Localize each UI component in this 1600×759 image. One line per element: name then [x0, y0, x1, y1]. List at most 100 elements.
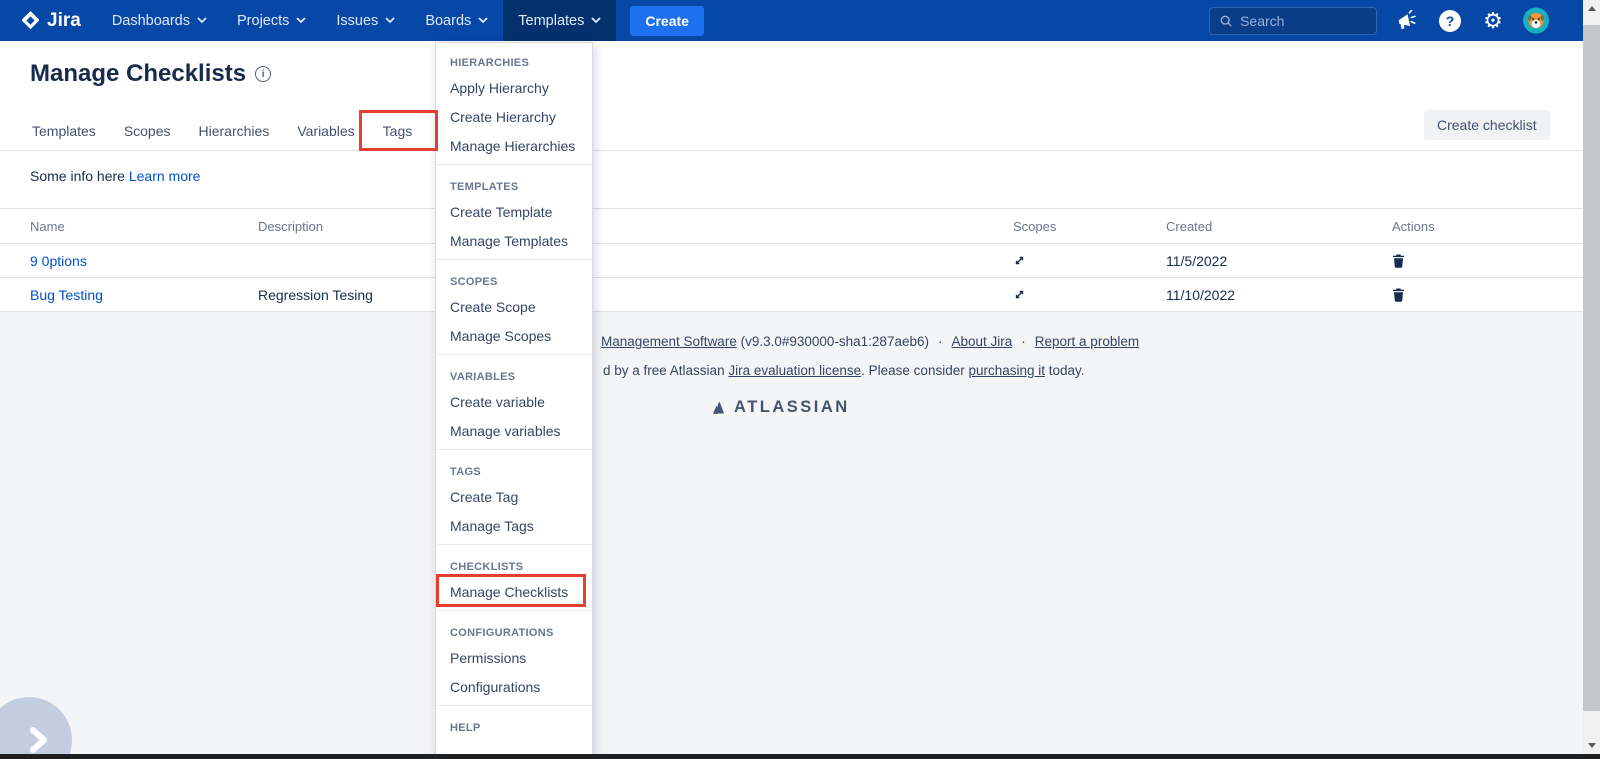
- nav-item-boards[interactable]: Boards: [410, 0, 503, 41]
- nav-item-label: Projects: [237, 13, 289, 29]
- create-button[interactable]: Create: [630, 6, 704, 36]
- nav-item-label: Issues: [336, 13, 378, 29]
- info-text: Some info here: [30, 168, 129, 184]
- search-icon: [1220, 14, 1232, 28]
- info-line: Some info here Learn more: [30, 168, 200, 184]
- nav-item-templates[interactable]: Templates: [503, 0, 616, 41]
- footer-software-link[interactable]: Management Software: [601, 334, 737, 349]
- checklist-name-link[interactable]: 9 0ptions: [30, 253, 258, 269]
- menu-separator: [436, 449, 592, 450]
- nav-item-issues[interactable]: Issues: [321, 0, 410, 41]
- tab-templates[interactable]: Templates: [30, 116, 98, 150]
- footer-license-mid: . Please consider: [861, 363, 968, 378]
- menu-item-create-template[interactable]: Create Template: [436, 197, 592, 226]
- create-checklist-button[interactable]: Create checklist: [1424, 110, 1550, 140]
- column-header-scopes: Scopes: [1013, 219, 1166, 234]
- scrollbar-up-button[interactable]: [1583, 0, 1600, 17]
- chevron-down-icon: [385, 17, 395, 24]
- tab-scopes[interactable]: Scopes: [122, 116, 173, 150]
- menu-item-manage-variables[interactable]: Manage variables: [436, 416, 592, 445]
- menu-separator: [436, 259, 592, 260]
- footer-line1: Management Software (v9.3.0#930000-sha1:…: [601, 334, 1139, 349]
- report-problem-link[interactable]: Report a problem: [1035, 334, 1139, 349]
- menu-item-create-tag[interactable]: Create Tag: [436, 482, 592, 511]
- avatar-image: [1523, 7, 1549, 34]
- column-header-created: Created: [1166, 219, 1392, 234]
- nav-item-label: Boards: [425, 13, 471, 29]
- scrollbar-down-button[interactable]: [1583, 737, 1600, 754]
- menu-section-configurations: CONFIGURATIONS: [436, 615, 592, 643]
- search-input[interactable]: [1240, 13, 1366, 29]
- menu-item-permissions[interactable]: Permissions: [436, 643, 592, 672]
- menu-item-manage-templates[interactable]: Manage Templates: [436, 226, 592, 255]
- menu-item-manage-checklists[interactable]: Manage Checklists: [436, 577, 592, 606]
- footer-version: (v9.3.0#930000-sha1:287aeb6): [737, 334, 929, 349]
- checklist-description: Regression Tesing: [258, 287, 1013, 303]
- menu-item-create-variable[interactable]: Create variable: [436, 387, 592, 416]
- table-row: 9 0ptions 11/5/2022: [0, 244, 1583, 278]
- tab-tags[interactable]: Tags: [381, 116, 415, 150]
- megaphone-icon[interactable]: [1394, 8, 1420, 34]
- nav-item-label: Dashboards: [112, 13, 190, 29]
- table-row: Bug Testing Regression Tesing 11/10/2022: [0, 278, 1583, 312]
- chevron-down-icon: [296, 17, 306, 24]
- search-box[interactable]: [1209, 7, 1377, 35]
- nav-item-projects[interactable]: Projects: [222, 0, 321, 41]
- jira-logo[interactable]: Jira: [12, 10, 97, 32]
- tabs-divider: [0, 150, 1583, 151]
- footer-dot: ·: [1021, 334, 1026, 349]
- menu-item-configurations[interactable]: Configurations: [436, 672, 592, 701]
- checklist-name-link[interactable]: Bug Testing: [30, 287, 258, 303]
- about-jira-link[interactable]: About Jira: [951, 334, 1012, 349]
- footer-license-text: d by a free Atlassian: [603, 363, 728, 378]
- trash-icon[interactable]: [1392, 254, 1583, 268]
- menu-item-create-scope[interactable]: Create Scope: [436, 292, 592, 321]
- created-date: 11/10/2022: [1166, 287, 1392, 303]
- menu-section-checklists: CHECKLISTS: [436, 549, 592, 577]
- menu-item-apply-hierarchy[interactable]: Apply Hierarchy: [436, 73, 592, 102]
- app-window: Jira Dashboards Projects Issues Boards T…: [0, 0, 1600, 759]
- page-background: [0, 312, 1583, 759]
- scroll-up-icon: [1588, 6, 1596, 11]
- menu-section-help: HELP: [436, 710, 592, 738]
- menu-item-manage-scopes[interactable]: Manage Scopes: [436, 321, 592, 350]
- menu-separator: [436, 354, 592, 355]
- menu-section-tags: TAGS: [436, 454, 592, 482]
- column-header-actions: Actions: [1392, 219, 1583, 234]
- menu-section-templates: TEMPLATES: [436, 169, 592, 197]
- nav-item-dashboards[interactable]: Dashboards: [97, 0, 222, 41]
- expand-scopes-icon[interactable]: [1013, 254, 1166, 267]
- chevron-down-icon: [478, 17, 488, 24]
- checklists-table: Name Description Scopes Created Actions …: [0, 208, 1583, 312]
- scrollbar: [1583, 0, 1600, 759]
- jira-logo-icon: [20, 10, 41, 31]
- templates-dropdown-menu: HIERARCHIES Apply Hierarchy Create Hiera…: [435, 42, 593, 754]
- avatar[interactable]: [1523, 8, 1549, 34]
- tab-hierarchies[interactable]: Hierarchies: [197, 116, 272, 150]
- table-header-row: Name Description Scopes Created Actions: [0, 208, 1583, 244]
- page-title: Manage Checklists: [30, 60, 271, 88]
- chevron-down-icon: [591, 17, 601, 24]
- trash-icon[interactable]: [1392, 288, 1583, 302]
- menu-item-manage-tags[interactable]: Manage Tags: [436, 511, 592, 540]
- menu-section-scopes: SCOPES: [436, 264, 592, 292]
- menu-section-variables: VARIABLES: [436, 359, 592, 387]
- menu-separator: [436, 164, 592, 165]
- learn-more-link[interactable]: Learn more: [129, 168, 201, 184]
- purchasing-link[interactable]: purchasing it: [968, 363, 1045, 378]
- menu-item-manage-hierarchies[interactable]: Manage Hierarchies: [436, 131, 592, 160]
- evaluation-license-link[interactable]: Jira evaluation license: [728, 363, 861, 378]
- menu-item-create-hierarchy[interactable]: Create Hierarchy: [436, 102, 592, 131]
- menu-separator: [436, 705, 592, 706]
- scrollbar-thumb[interactable]: [1583, 25, 1600, 711]
- menu-section-hierarchies: HIERARCHIES: [436, 45, 592, 73]
- column-header-name: Name: [30, 219, 258, 234]
- help-icon[interactable]: [1437, 8, 1463, 34]
- menu-separator: [436, 544, 592, 545]
- gear-icon[interactable]: [1480, 8, 1506, 34]
- atlassian-brand: ATLASSIAN: [712, 398, 850, 417]
- atlassian-logo-icon: [712, 400, 728, 416]
- info-icon[interactable]: [255, 66, 271, 82]
- expand-scopes-icon[interactable]: [1013, 288, 1166, 301]
- tab-variables[interactable]: Variables: [295, 116, 356, 150]
